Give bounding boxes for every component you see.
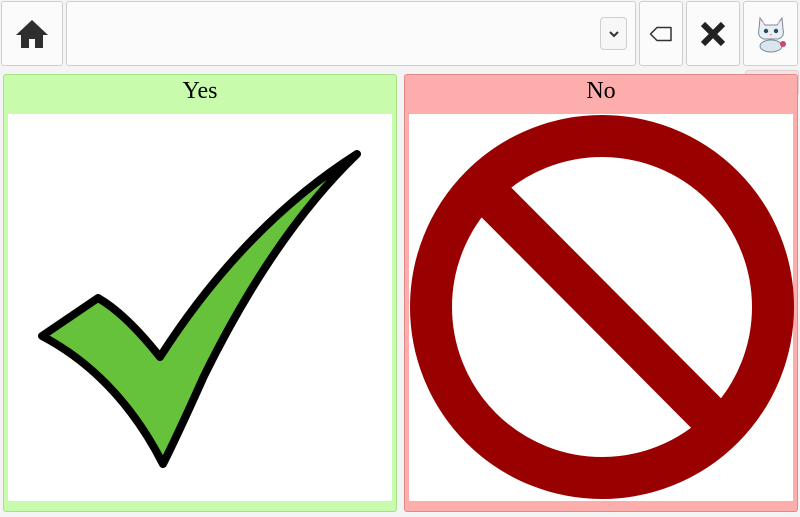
utterance-dropdown-button[interactable]	[600, 17, 627, 50]
yes-button-label: Yes	[182, 78, 218, 104]
no-button[interactable]: No	[404, 74, 798, 512]
no-button-image	[409, 114, 794, 501]
yes-button-image	[8, 114, 392, 501]
prohibited-icon	[410, 115, 794, 499]
cat-avatar-icon	[757, 16, 786, 52]
home-button[interactable]	[1, 1, 63, 66]
yes-button[interactable]: Yes	[3, 74, 397, 512]
chevron-down-icon	[608, 30, 619, 37]
checkmark-icon	[38, 150, 361, 468]
avatar-button[interactable]	[743, 1, 798, 66]
backspace-button[interactable]	[639, 1, 683, 66]
close-icon	[700, 21, 726, 46]
clear-button[interactable]	[686, 1, 740, 66]
backspace-icon	[649, 26, 672, 41]
no-button-label: No	[586, 78, 616, 104]
home-icon	[16, 19, 48, 48]
utterance-bar[interactable]	[66, 1, 636, 66]
toolbar	[0, 0, 800, 70]
